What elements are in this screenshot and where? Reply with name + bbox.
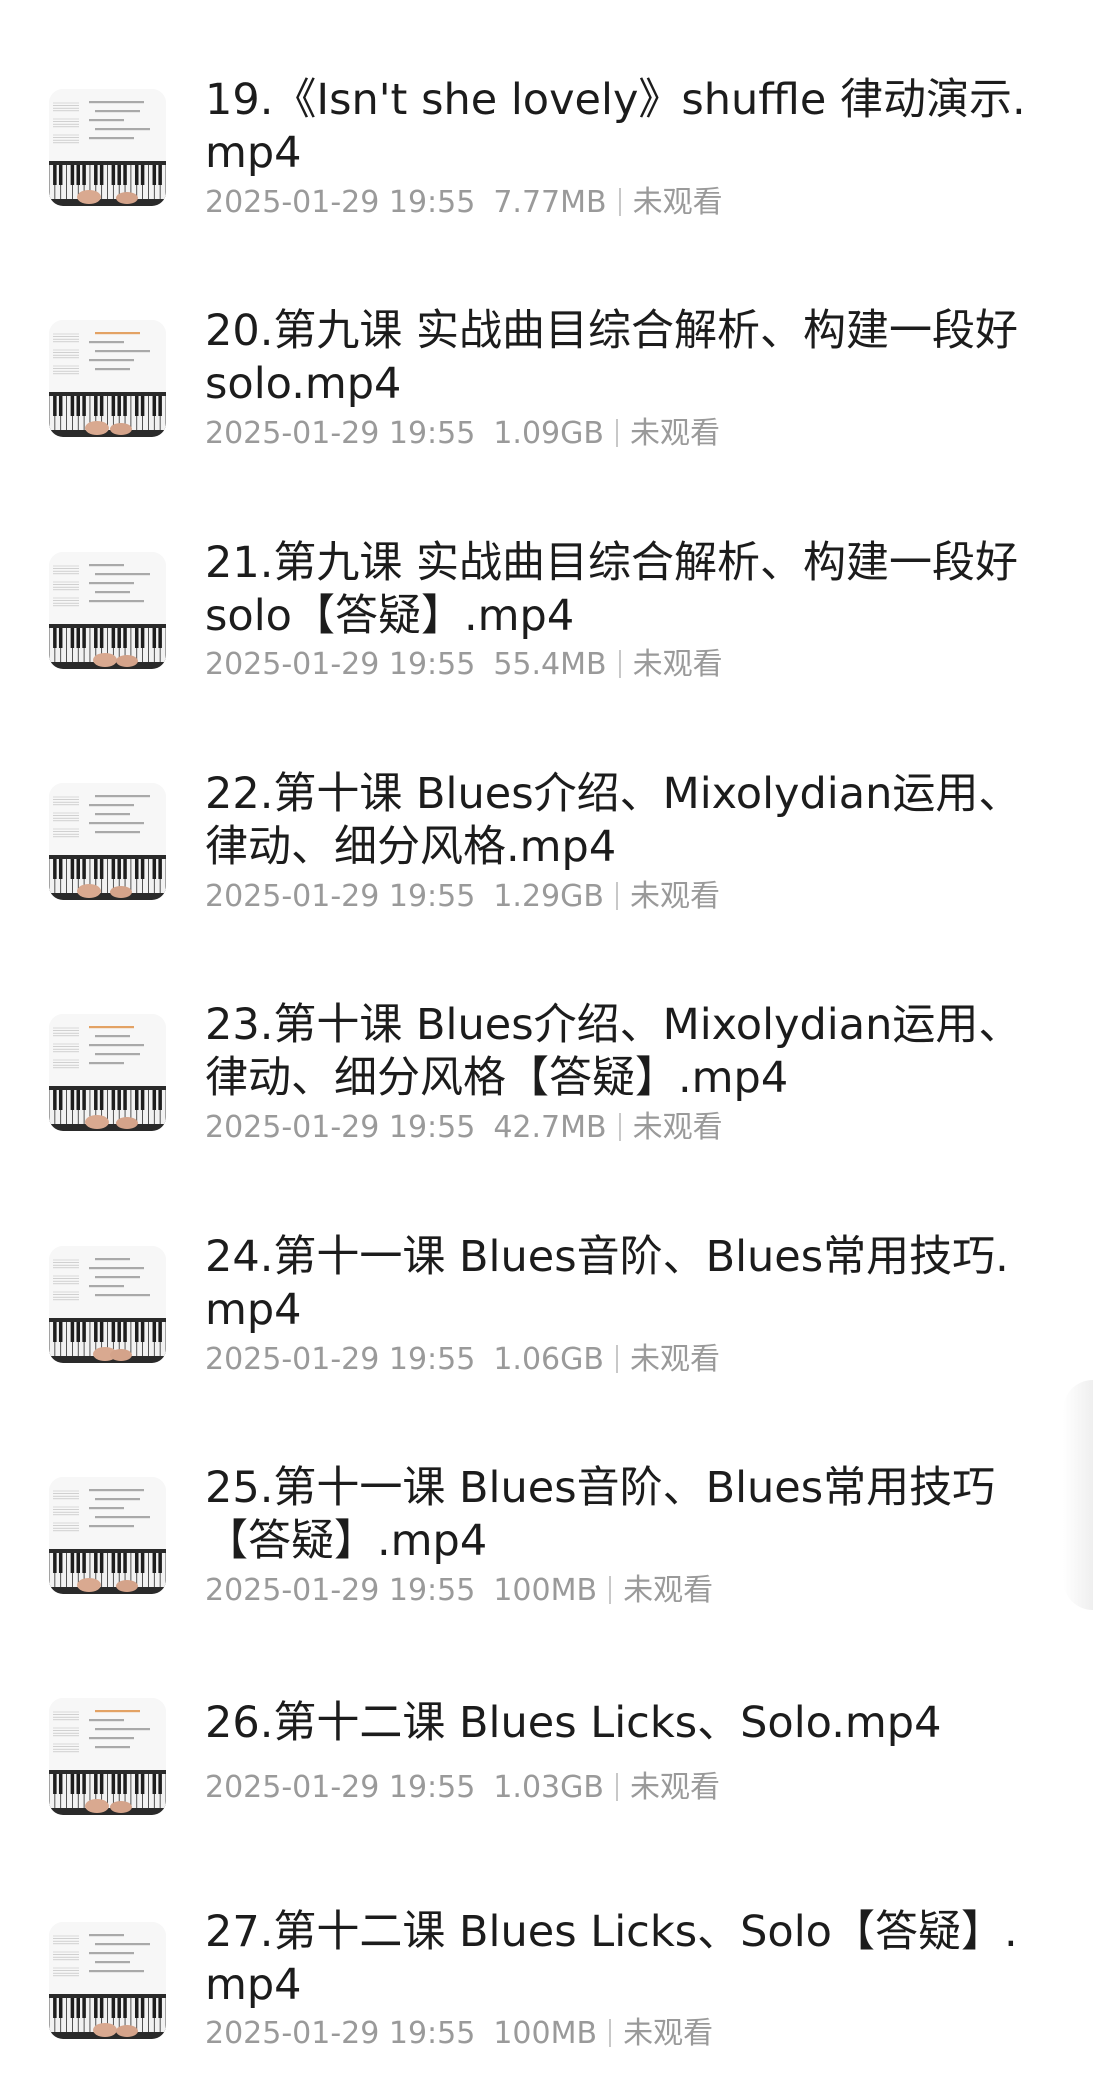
file-name: 20.第九课 实战曲目综合解析、构建一段好 solo.mp4 bbox=[205, 306, 1019, 409]
file-size: 1.06GB bbox=[493, 1342, 604, 1377]
piano-thumbnail-graphic bbox=[49, 552, 166, 669]
video-thumbnail-icon[interactable] bbox=[49, 1922, 166, 2039]
file-name: 23.第十课 Blues介绍、Mixolydian运用、律动、细分风格【答疑】.… bbox=[205, 1000, 1022, 1103]
video-thumbnail-icon[interactable] bbox=[49, 552, 166, 669]
video-thumbnail-icon[interactable] bbox=[49, 1246, 166, 1363]
divider bbox=[615, 419, 618, 447]
file-date: 2025-01-29 19:55 bbox=[205, 1342, 476, 1377]
file-list: 19.《Isn't she lovely》shuffle 律动演示.mp4 20… bbox=[0, 0, 1093, 2076]
file-size: 1.29GB bbox=[493, 879, 604, 914]
file-name: 21.第九课 实战曲目综合解析、构建一段好 solo【答疑】.mp4 bbox=[205, 538, 1019, 641]
piano-thumbnail-graphic bbox=[49, 1014, 166, 1131]
watch-status: 未观看 bbox=[632, 647, 723, 682]
file-meta: 2025-01-29 19:55 100MB 未观看 bbox=[205, 1573, 713, 1609]
divider bbox=[618, 1113, 621, 1141]
watch-status: 未观看 bbox=[629, 1342, 720, 1377]
file-date: 2025-01-29 19:55 bbox=[205, 2016, 476, 2051]
video-thumbnail-icon[interactable] bbox=[49, 320, 166, 437]
file-meta: 2025-01-29 19:55 55.4MB 未观看 bbox=[205, 647, 723, 683]
divider bbox=[615, 1773, 618, 1801]
file-date: 2025-01-29 19:55 bbox=[205, 1573, 476, 1608]
piano-thumbnail-graphic bbox=[49, 1246, 166, 1363]
file-name: 24.第十一课 Blues音阶、Blues常用技巧.mp4 bbox=[205, 1232, 1009, 1335]
divider bbox=[615, 1345, 618, 1373]
file-size: 42.7MB bbox=[493, 1110, 607, 1145]
watch-status: 未观看 bbox=[629, 879, 720, 914]
watch-status: 未观看 bbox=[623, 2016, 714, 2051]
file-meta: 2025-01-29 19:55 1.06GB 未观看 bbox=[205, 1342, 720, 1378]
file-date: 2025-01-29 19:55 bbox=[205, 879, 476, 914]
file-size: 100MB bbox=[493, 2016, 598, 2051]
watch-status: 未观看 bbox=[623, 1573, 714, 1608]
file-date: 2025-01-29 19:55 bbox=[205, 1110, 476, 1145]
video-thumbnail-icon[interactable] bbox=[49, 1014, 166, 1131]
file-meta: 2025-01-29 19:55 42.7MB 未观看 bbox=[205, 1110, 723, 1146]
video-thumbnail-icon[interactable] bbox=[49, 1477, 166, 1594]
file-name: 25.第十一课 Blues音阶、Blues常用技巧【答疑】.mp4 bbox=[205, 1463, 996, 1566]
file-name: 27.第十二课 Blues Licks、Solo【答疑】.mp4 bbox=[205, 1907, 1018, 2010]
piano-thumbnail-graphic bbox=[49, 320, 166, 437]
video-thumbnail-icon[interactable] bbox=[49, 1698, 166, 1815]
file-size: 100MB bbox=[493, 1573, 598, 1608]
watch-status: 未观看 bbox=[632, 1110, 723, 1145]
file-size: 1.03GB bbox=[493, 1770, 604, 1805]
file-name: 22.第十课 Blues介绍、Mixolydian运用、律动、细分风格.mp4 bbox=[205, 769, 1022, 872]
file-meta: 2025-01-29 19:55 1.03GB 未观看 bbox=[205, 1770, 720, 1806]
piano-thumbnail-graphic bbox=[49, 1698, 166, 1815]
divider bbox=[615, 882, 618, 910]
divider bbox=[609, 1576, 612, 1604]
piano-thumbnail-graphic bbox=[49, 783, 166, 900]
file-date: 2025-01-29 19:55 bbox=[205, 647, 476, 682]
piano-thumbnail-graphic bbox=[49, 1922, 166, 2039]
file-date: 2025-01-29 19:55 bbox=[205, 416, 476, 451]
list-item[interactable]: 27.第十二课 Blues Licks、Solo【答疑】.mp4 2025-01… bbox=[0, 0, 1093, 2051]
file-meta: 2025-01-29 19:55 1.09GB 未观看 bbox=[205, 416, 720, 452]
divider bbox=[618, 650, 621, 678]
divider bbox=[609, 2019, 612, 2047]
watch-status: 未观看 bbox=[629, 1770, 720, 1805]
video-thumbnail-icon[interactable] bbox=[49, 783, 166, 900]
file-name: 26.第十二课 Blues Licks、Solo.mp4 bbox=[205, 1698, 942, 1748]
watch-status: 未观看 bbox=[629, 416, 720, 451]
file-size: 55.4MB bbox=[493, 647, 607, 682]
file-size: 1.09GB bbox=[493, 416, 604, 451]
file-date: 2025-01-29 19:55 bbox=[205, 1770, 476, 1805]
piano-thumbnail-graphic bbox=[49, 1477, 166, 1594]
file-meta: 2025-01-29 19:55 100MB 未观看 bbox=[205, 2016, 713, 2052]
file-meta: 2025-01-29 19:55 1.29GB 未观看 bbox=[205, 879, 720, 915]
edge-swipe-shadow bbox=[1063, 1380, 1093, 1610]
